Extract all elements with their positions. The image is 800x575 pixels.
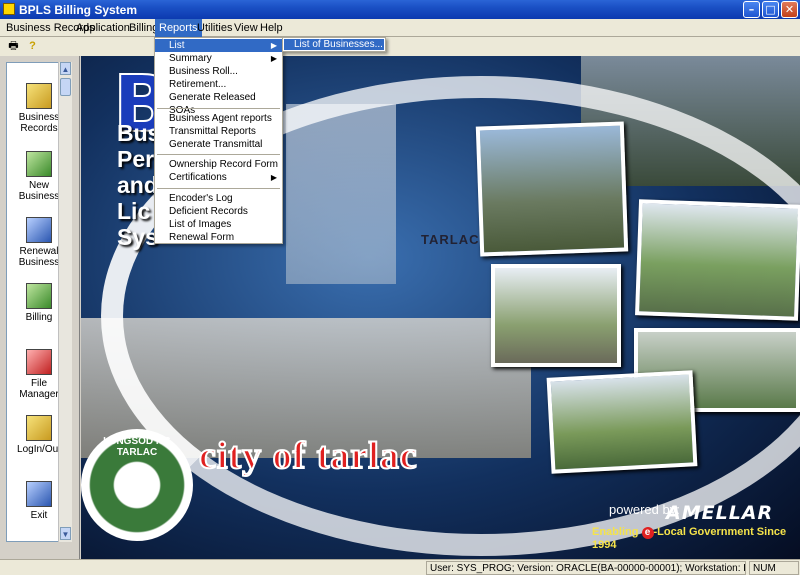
toolbar: 🖶 ?	[0, 37, 800, 56]
shortcut-label: Renewal	[19, 246, 59, 257]
shortcut-list: Business Records New Business Renewal Bu…	[6, 62, 66, 542]
login-logout-icon	[26, 415, 52, 441]
menu-item-list[interactable]: List ▶	[155, 39, 282, 52]
sidebar-scrollbar[interactable]: ▲ ▼	[58, 62, 72, 542]
menu-item-retirement[interactable]: Retirement...	[155, 78, 282, 91]
menu-item-renewal-form[interactable]: Renewal Form	[155, 231, 282, 244]
tagline-pre: Enabling	[592, 526, 642, 538]
menu-item-certifications[interactable]: Certifications ▶	[155, 171, 282, 184]
billing-icon	[26, 283, 52, 309]
exit-icon	[26, 481, 52, 507]
scroll-down-icon[interactable]: ▼	[60, 527, 71, 540]
list-submenu: List of Businesses...	[282, 37, 386, 52]
status-user-info: User: SYS_PROG; Version: ORACLE(BA-00000…	[426, 561, 746, 575]
city-seal-text: LUNGSOD NG TARLAC	[103, 436, 171, 458]
submenu-arrow-icon: ▶	[270, 41, 277, 50]
menu-item-label: Certifications	[169, 172, 227, 183]
splash-title-line: Per	[117, 146, 155, 172]
splash-photo-plaza	[491, 264, 621, 367]
menu-separator	[157, 108, 280, 109]
splash-title-line: Sys	[117, 224, 158, 250]
splash-city-name: city of tarlac	[198, 434, 418, 478]
scroll-thumb[interactable]	[60, 78, 71, 96]
new-business-icon	[26, 151, 52, 177]
shortcut-label: Business	[18, 191, 60, 202]
shortcut-label: Exit	[30, 510, 48, 521]
menu-item-encoders-log[interactable]: Encoder's Log	[155, 192, 282, 205]
submenu-arrow-icon: ▶	[270, 54, 277, 63]
submenu-arrow-icon: ▶	[270, 173, 277, 182]
maximize-button[interactable]: □	[762, 1, 779, 18]
splash-tagline: Enabling e -Local Government Since 1994	[592, 526, 800, 551]
menu-item-generate-released-soas[interactable]: Generate Released SOAs	[155, 91, 282, 116]
menu-item-list-of-businesses[interactable]: List of Businesses...	[284, 39, 384, 50]
reports-dropdown-menu: List ▶ Summary ▶ Business Roll... Retire…	[154, 37, 283, 244]
menu-separator	[157, 154, 280, 155]
splash-photo-landscape	[546, 370, 698, 474]
menu-item-deficient-records[interactable]: Deficient Records	[155, 205, 282, 218]
app-icon	[3, 3, 15, 15]
shortcut-label: Business	[18, 112, 60, 123]
menu-item-summary[interactable]: Summary ▶	[155, 52, 282, 65]
shortcut-label: Billing	[25, 312, 53, 323]
business-records-icon	[26, 83, 52, 109]
shortcut-label: Records	[20, 123, 58, 134]
shortcut-label: LogIn/Out	[17, 444, 61, 455]
menu-item-label: Summary	[169, 53, 212, 64]
menu-item-label: List	[169, 40, 185, 51]
status-num-lock: NUM	[749, 561, 799, 575]
window-title: BPLS Billing System	[19, 3, 138, 17]
menu-help[interactable]: Help	[256, 19, 287, 37]
splash-photo-church	[475, 121, 629, 257]
shortcut-label: New	[28, 180, 49, 191]
shortcut-panel: Business Records New Business Renewal Bu…	[0, 56, 80, 559]
file-manager-icon	[26, 349, 52, 375]
splash-photo-road	[635, 199, 800, 321]
menu-item-transmittal-reports[interactable]: Transmittal Reports	[155, 125, 282, 138]
title-bar: BPLS Billing System – □ ✕	[0, 0, 800, 19]
close-button[interactable]: ✕	[781, 1, 798, 18]
menu-item-ownership-record-form[interactable]: Ownership Record Form	[155, 158, 282, 171]
splash-title-line: Lic	[117, 198, 151, 224]
vendor-logo: AMELLAR	[666, 502, 774, 524]
menu-item-business-roll[interactable]: Business Roll...	[155, 65, 282, 78]
minimize-button[interactable]: –	[743, 1, 760, 18]
print-icon[interactable]: 🖶	[6, 39, 21, 54]
e-icon: e	[641, 527, 654, 539]
shortcut-label: Business	[18, 257, 60, 268]
splash-title-line: and	[117, 172, 158, 198]
renewal-business-icon	[26, 217, 52, 243]
menu-separator	[157, 188, 280, 189]
menu-item-list-of-images[interactable]: List of Images	[155, 218, 282, 231]
menu-bar: Business Records Application Billing Rep…	[0, 19, 800, 37]
help-icon[interactable]: ?	[25, 39, 40, 54]
splash-tarlac-sign: TARLAC	[421, 232, 480, 247]
shortcut-label: File	[30, 378, 48, 389]
status-bar: User: SYS_PROG; Version: ORACLE(BA-00000…	[0, 559, 800, 575]
shortcut-label: Manager	[19, 389, 59, 400]
menu-item-business-agent-reports[interactable]: Business Agent reports	[155, 112, 282, 125]
scroll-up-icon[interactable]: ▲	[60, 62, 71, 75]
menu-item-generate-transmittal[interactable]: Generate Transmittal	[155, 138, 282, 151]
